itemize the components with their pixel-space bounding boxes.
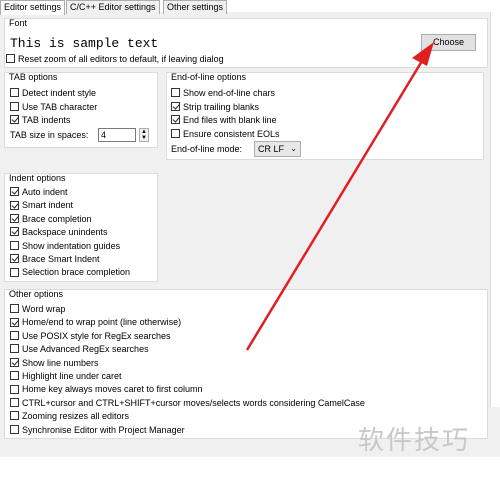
annotation-arrow <box>245 42 434 351</box>
arrowhead-icon <box>412 42 434 66</box>
tab-editor-settings[interactable]: Editor settings <box>0 0 66 15</box>
watermark-logo: 软件技巧 <box>358 426 471 456</box>
arrow-line <box>245 55 427 351</box>
